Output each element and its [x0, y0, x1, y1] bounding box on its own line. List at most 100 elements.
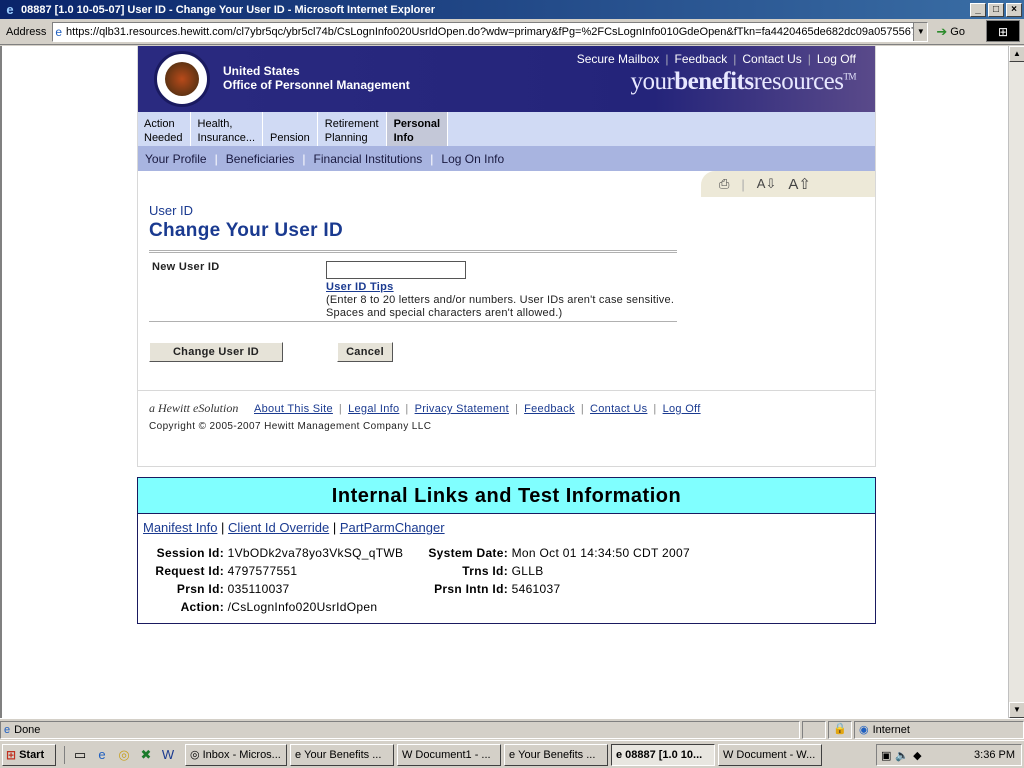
manifest-info-link[interactable]: Manifest Info: [143, 520, 217, 535]
scroll-down-icon[interactable]: ▼: [1009, 702, 1024, 718]
page-title: Change Your User ID: [149, 220, 343, 241]
hewitt-logo: a Hewitt eSolution: [149, 401, 239, 415]
agency-line1: United States: [223, 64, 300, 78]
tray-app-icon[interactable]: ◆: [913, 749, 921, 762]
system-date-label: System Date:: [428, 546, 508, 560]
brand-part-your: your: [630, 68, 675, 95]
ie-task-icon: e: [616, 748, 623, 761]
volume-icon[interactable]: 🔈: [895, 749, 909, 762]
maximize-button[interactable]: □: [988, 2, 1004, 17]
scroll-up-icon[interactable]: ▲: [1009, 46, 1024, 62]
prsn-id-value: 035110037: [227, 582, 290, 596]
new-user-id-input[interactable]: [326, 261, 466, 279]
address-bar: Address e https://qlb31.resources.hewitt…: [0, 19, 1024, 45]
address-dropdown-icon[interactable]: ▼: [913, 22, 928, 41]
ie-task-icon: e: [509, 748, 516, 761]
contact-us-link[interactable]: Contact Us: [742, 52, 801, 66]
system-date-value: Mon Oct 01 14:34:50 CDT 2007: [511, 546, 690, 560]
breadcrumb: User ID: [149, 203, 194, 218]
footer-contact-us-link[interactable]: Contact Us: [590, 403, 647, 415]
top-links: Secure Mailbox | Feedback | Contact Us |…: [576, 52, 856, 66]
task-document1[interactable]: W Document1 - ...: [397, 743, 501, 766]
close-button[interactable]: ×: [1006, 2, 1022, 17]
task-buttons: ◎ Inbox - Micros... e Your Benefits ... WD…: [185, 743, 822, 766]
trns-id-value: GLLB: [511, 564, 544, 578]
minimize-button[interactable]: _: [970, 2, 986, 17]
tab-retirement-planning[interactable]: Retirement Planning: [318, 112, 387, 146]
legal-info-link[interactable]: Legal Info: [348, 403, 399, 415]
outlook-launch-icon[interactable]: ◎: [115, 746, 133, 764]
status-text: Done: [14, 723, 41, 736]
windows-flag-icon: ⊞: [6, 747, 17, 762]
request-id-value: 4797577551: [227, 564, 298, 578]
page-icon: e: [55, 24, 63, 39]
footer-feedback-link[interactable]: Feedback: [524, 403, 575, 415]
subnav-beneficiaries[interactable]: Beneficiaries: [226, 152, 295, 166]
word-launch-icon[interactable]: W: [159, 746, 177, 764]
network-icon[interactable]: ▣: [881, 749, 891, 762]
tab-action-needed[interactable]: Action Needed: [137, 112, 191, 146]
trns-id-label: Trns Id:: [462, 564, 508, 578]
tab-pension[interactable]: Pension: [263, 112, 318, 146]
subnav-your-profile[interactable]: Your Profile: [145, 152, 207, 166]
address-input[interactable]: e https://qlb31.resources.hewitt.com/cl7…: [52, 21, 929, 42]
about-this-site-link[interactable]: About This Site: [254, 403, 333, 415]
status-zone: Internet: [872, 723, 910, 736]
feedback-link[interactable]: Feedback: [675, 52, 728, 66]
log-off-link[interactable]: Log Off: [817, 52, 856, 66]
ie-icon: e: [6, 1, 14, 17]
footer-log-off-link[interactable]: Log Off: [663, 403, 701, 415]
brand-logo: yourbenefitsresourcesTM: [630, 68, 856, 96]
word-task-icon: W: [723, 748, 734, 761]
main-nav: Action Needed Health, Insurance... Pension…: [137, 112, 876, 146]
task-inbox[interactable]: ◎ Inbox - Micros...: [185, 743, 287, 766]
partparmchanger-link[interactable]: PartParmChanger: [340, 520, 445, 535]
task-your-benefits-1[interactable]: e Your Benefits ...: [290, 743, 394, 766]
go-label: Go: [950, 25, 965, 38]
font-smaller-icon[interactable]: A⇩: [757, 176, 777, 192]
excel-launch-icon[interactable]: ✖: [137, 746, 155, 764]
site-container: United States Office of Personnel Manage…: [137, 46, 876, 467]
go-arrow-icon: ➔: [936, 23, 948, 39]
start-button[interactable]: ⊞ Start: [2, 743, 56, 766]
action-label: Action:: [180, 600, 224, 614]
prsn-intn-id-value: 5461037: [511, 582, 561, 596]
ie-launch-icon[interactable]: e: [93, 746, 111, 764]
address-url[interactable]: https://qlb31.resources.hewitt.com/cl7yb…: [66, 26, 913, 38]
request-id-label: Request Id:: [155, 564, 224, 578]
task-document-w[interactable]: W Document - W...: [718, 743, 822, 766]
status-bar: e Done 🔒 ◉ Internet: [0, 718, 1024, 740]
site-footer: a Hewitt eSolution About This Site | Leg…: [137, 390, 876, 454]
task-your-benefits-2[interactable]: e Your Benefits ...: [504, 743, 608, 766]
address-label: Address: [6, 25, 47, 38]
prsn-intn-id-label: Prsn Intn Id:: [434, 582, 508, 596]
main-content: User ID Change Your User ID New User ID …: [137, 197, 876, 390]
show-desktop-icon[interactable]: ▭: [71, 746, 89, 764]
subnav-financial-institutions[interactable]: Financial Institutions: [314, 152, 423, 166]
prsn-id-label: Prsn Id:: [176, 582, 224, 596]
clock[interactable]: 3:36 PM: [974, 749, 1015, 761]
subnav-log-on-info[interactable]: Log On Info: [441, 152, 504, 166]
ie-task-icon: e: [295, 748, 302, 761]
outlook-icon: ◎: [190, 749, 200, 761]
cancel-button[interactable]: Cancel: [337, 342, 393, 362]
status-page-icon: e: [4, 723, 11, 736]
opm-seal-icon: [154, 51, 210, 107]
session-id-value: 1VbODk2va78yo3VkSQ_qTWB: [227, 546, 404, 560]
print-icon[interactable]: ⎙: [719, 176, 729, 192]
system-tray: ▣ 🔈 ◆ 3:36 PM: [876, 744, 1022, 766]
change-user-id-button[interactable]: Change User ID: [149, 342, 283, 362]
window-titlebar: e 08887 [1.0 10-05-07] User ID - Change …: [0, 0, 1024, 19]
vertical-scrollbar[interactable]: ▲ ▼: [1008, 46, 1024, 718]
window-title: 08887 [1.0 10-05-07] User ID - Change Yo…: [21, 3, 436, 16]
privacy-statement-link[interactable]: Privacy Statement: [415, 403, 509, 415]
secure-mailbox-link[interactable]: Secure Mailbox: [577, 52, 660, 66]
font-larger-icon[interactable]: A⇧: [788, 175, 811, 193]
start-label: Start: [19, 748, 45, 761]
task-08887[interactable]: e 08887 [1.0 10...: [611, 743, 715, 766]
user-id-tips-link[interactable]: User ID Tips: [326, 281, 394, 293]
tab-personal-info[interactable]: Personal Info: [386, 112, 449, 146]
go-button[interactable]: ➔ Go: [936, 24, 965, 40]
tab-health-insurance[interactable]: Health, Insurance...: [191, 112, 264, 146]
client-id-override-link[interactable]: Client Id Override: [228, 520, 329, 535]
